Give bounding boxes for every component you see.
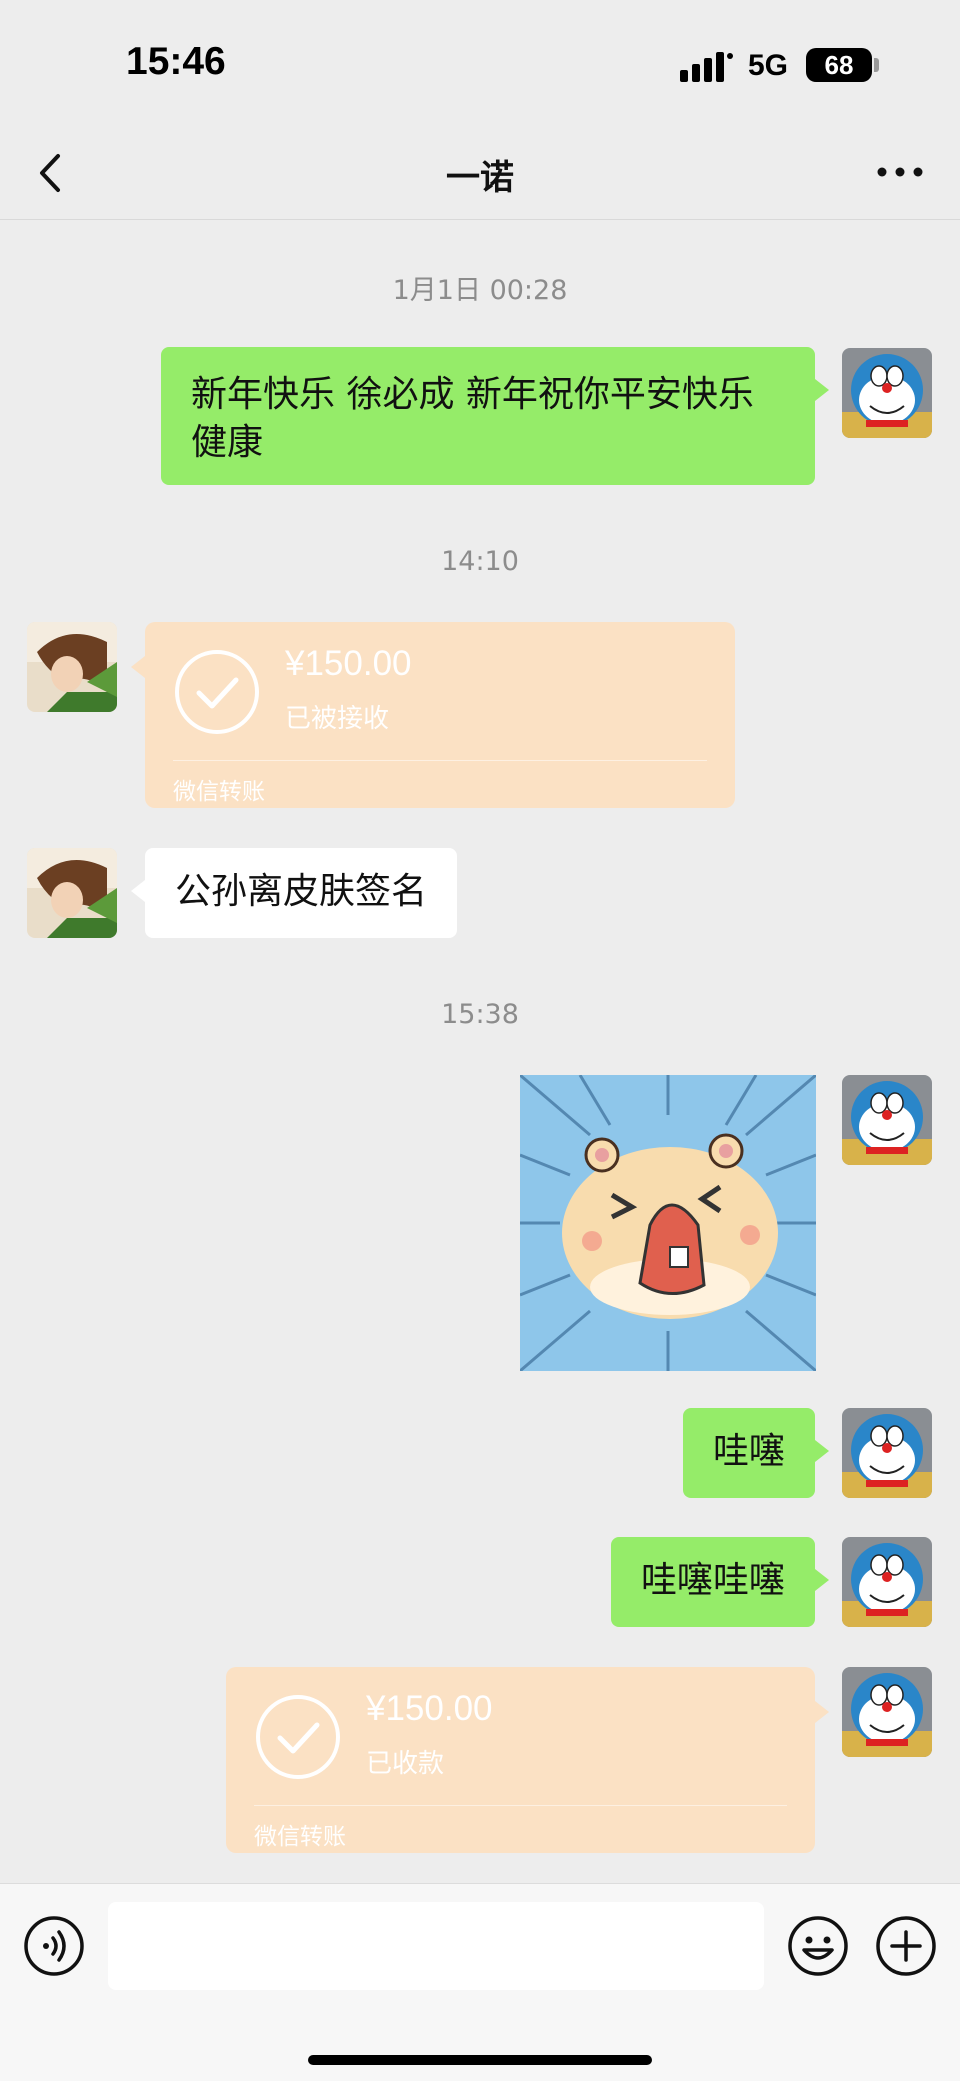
signal-icon [680, 52, 733, 82]
message-text-line: 新年快乐 徐必成 新年祝你平安快乐 [191, 374, 754, 415]
my-avatar[interactable] [842, 1408, 932, 1498]
my-avatar[interactable] [842, 1075, 932, 1165]
time-stamp: 1月1日 00:28 [392, 275, 568, 306]
contact-message-bubble[interactable]: 公孙离皮肤签名 [130, 848, 458, 938]
check-circle-icon [175, 650, 259, 734]
contact-avatar[interactable] [27, 848, 117, 938]
my-avatar[interactable] [842, 348, 932, 438]
chat-title: 一诺 [446, 158, 514, 198]
battery-icon: 68 [806, 48, 872, 82]
transfer-label: 微信转账 [173, 779, 265, 805]
emoji-icon[interactable] [786, 1914, 850, 1978]
hamster-sticker[interactable] [520, 1075, 816, 1371]
network-type: 5G [748, 49, 789, 82]
battery-cap [874, 58, 879, 72]
home-indicator[interactable] [308, 2055, 652, 2065]
time-stamp: 14:10 [441, 546, 519, 577]
check-circle-icon [256, 1695, 340, 1779]
transfer-divider [173, 760, 707, 761]
transfer-status: 已收款 [366, 1749, 445, 1779]
chat-header: 一诺 [0, 130, 960, 220]
my-avatar[interactable] [842, 1667, 932, 1757]
message-text: 哇噻哇噻 [640, 1560, 785, 1601]
my-avatar[interactable] [842, 1537, 932, 1627]
plus-icon[interactable] [874, 1914, 938, 1978]
transfer-card[interactable]: ¥150.00 已被接收 微信转账 [131, 622, 735, 808]
transfer-card[interactable]: ¥150.00 已收款 微信转账 [226, 1667, 829, 1853]
time-stamp: 15:38 [441, 999, 519, 1030]
ellipsis-icon[interactable] [872, 152, 928, 192]
my-message-bubble[interactable]: 哇噻 [682, 1408, 830, 1498]
message-text: 哇噻 [712, 1431, 785, 1472]
contact-avatar[interactable] [27, 622, 117, 712]
my-message-bubble[interactable]: 哇噻哇噻 [610, 1537, 830, 1627]
transfer-status: 已被接收 [285, 704, 390, 734]
message-text: 公孙离皮肤签名 [175, 871, 428, 912]
transfer-divider [254, 1805, 787, 1806]
transfer-amount: ¥150.00 [366, 1689, 493, 1728]
my-message-bubble[interactable]: 新年快乐 徐必成 新年祝你平安快乐 健康 [161, 347, 829, 485]
message-input[interactable] [108, 1902, 764, 1990]
transfer-label: 微信转账 [254, 1824, 346, 1850]
status-bar: 15:46 5G 68 [0, 0, 960, 130]
chat-input-bar [0, 1883, 960, 2081]
voice-icon[interactable] [22, 1914, 86, 1978]
transfer-amount: ¥150.00 [285, 644, 412, 683]
status-time: 15:46 [126, 40, 226, 83]
message-text-line: 健康 [191, 422, 264, 463]
